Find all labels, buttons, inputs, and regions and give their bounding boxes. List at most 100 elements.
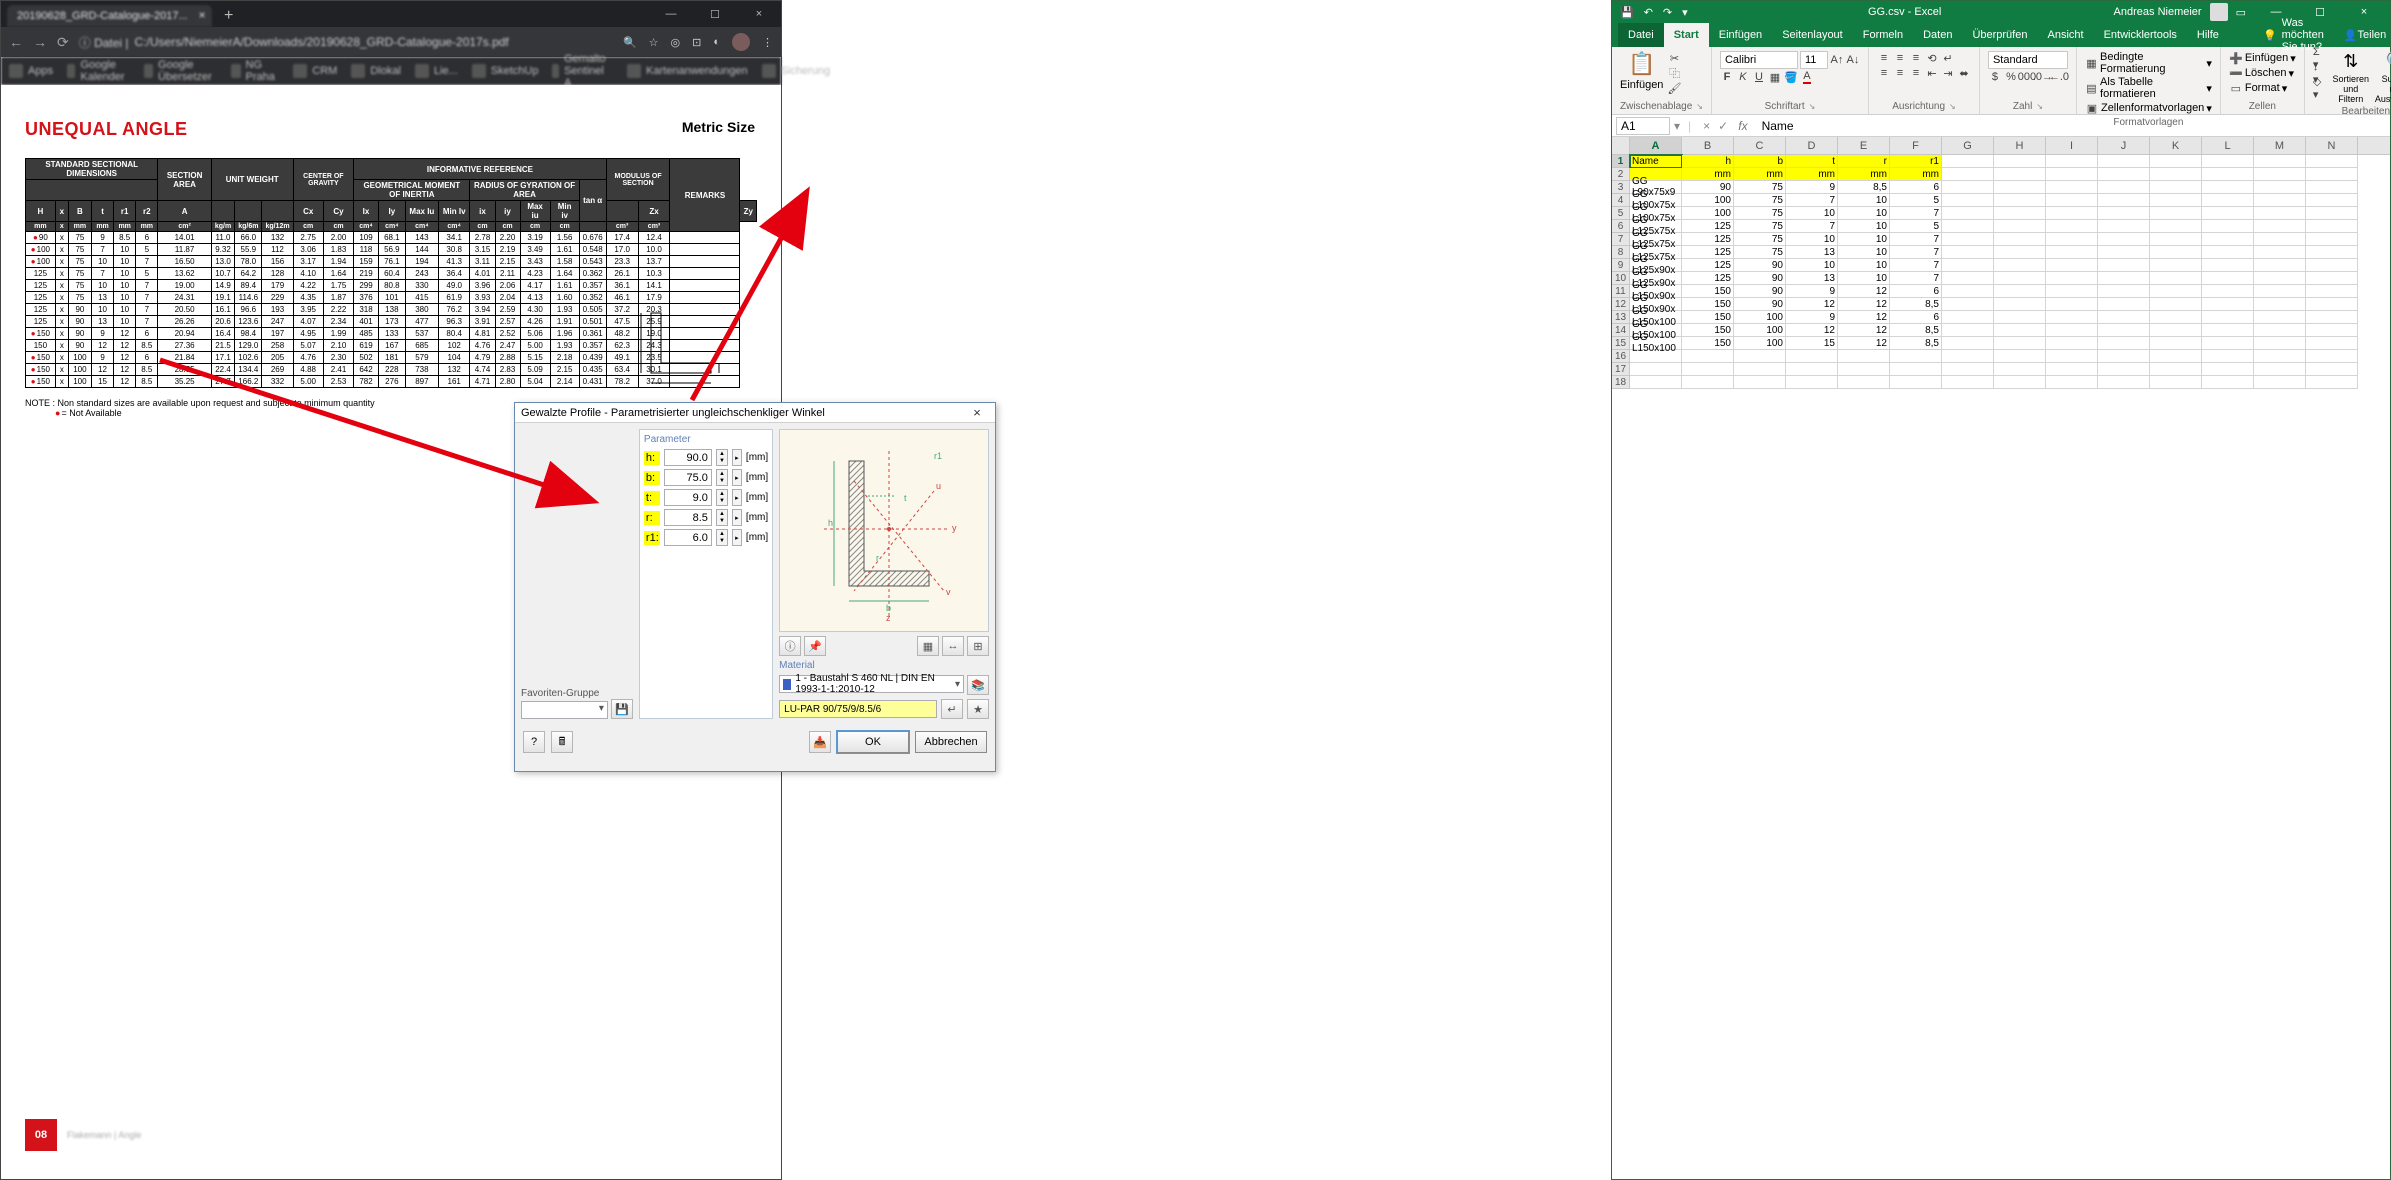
cell[interactable] (1838, 350, 1890, 363)
tab-hilfe[interactable]: Hilfe (2187, 23, 2229, 47)
cell[interactable] (2098, 155, 2150, 168)
row-header[interactable]: 11 (1612, 285, 1630, 298)
shrink-font-icon[interactable]: A↓ (1846, 53, 1860, 67)
cell[interactable] (2254, 233, 2306, 246)
maximize-icon[interactable]: ☐ (693, 1, 737, 27)
cell[interactable]: 100 (1682, 194, 1734, 207)
italic-button[interactable]: K (1736, 70, 1750, 84)
cell[interactable]: 10 (1838, 246, 1890, 259)
format-as-table[interactable]: ▤Als Tabelle formatieren ▾ (2085, 76, 2212, 100)
close-icon[interactable]: × (737, 1, 781, 27)
cell[interactable] (1994, 311, 2046, 324)
cell[interactable] (2254, 194, 2306, 207)
bookmark-item[interactable]: Dlokal (351, 64, 401, 78)
step-icon[interactable]: ▸ (732, 489, 742, 506)
cell[interactable] (2150, 155, 2202, 168)
cell[interactable] (2046, 181, 2098, 194)
cell[interactable] (1994, 298, 2046, 311)
cell[interactable]: 5 (1890, 194, 1942, 207)
zoom-icon[interactable]: 🔍 (623, 36, 637, 49)
cell[interactable] (2202, 246, 2254, 259)
code-favourite-icon[interactable]: ★ (967, 699, 989, 719)
cell[interactable] (1994, 259, 2046, 272)
cell[interactable] (1994, 350, 2046, 363)
cell[interactable]: 10 (1786, 233, 1838, 246)
cell[interactable] (2254, 155, 2306, 168)
cell[interactable] (2046, 285, 2098, 298)
cell[interactable]: 5 (1890, 220, 1942, 233)
cell[interactable] (2306, 337, 2358, 350)
cell[interactable] (2098, 168, 2150, 181)
row-header[interactable]: 10 (1612, 272, 1630, 285)
qat-more-icon[interactable]: ▾ (1682, 6, 1688, 19)
cell[interactable] (2046, 363, 2098, 376)
row-header[interactable]: 16 (1612, 350, 1630, 363)
cell[interactable]: 150 (1682, 298, 1734, 311)
account-avatar[interactable] (2210, 3, 2228, 21)
cell[interactable] (2202, 194, 2254, 207)
param-input[interactable]: 75.0 (664, 469, 712, 486)
cell[interactable]: 125 (1682, 272, 1734, 285)
thousands-icon[interactable]: 000 (2020, 70, 2034, 84)
cell[interactable]: 15 (1786, 337, 1838, 350)
spinner-icon[interactable]: ▲▼ (716, 529, 728, 546)
cell[interactable] (2254, 285, 2306, 298)
cell[interactable]: 12 (1838, 285, 1890, 298)
name-box[interactable]: A1 (1616, 117, 1670, 135)
step-icon[interactable]: ▸ (732, 469, 742, 486)
format-cells[interactable]: ▭Format ▾ (2229, 81, 2287, 95)
ext-icon[interactable]: ⊡ (692, 36, 701, 49)
cell[interactable] (2254, 376, 2306, 389)
underline-button[interactable]: U (1752, 70, 1766, 84)
cell[interactable] (2306, 220, 2358, 233)
bookmark-item[interactable]: Sicherung (762, 64, 831, 78)
cell[interactable] (1994, 168, 2046, 181)
cell[interactable] (2150, 311, 2202, 324)
cell[interactable]: mm (1838, 168, 1890, 181)
row-header[interactable]: 9 (1612, 259, 1630, 272)
cell[interactable] (2046, 233, 2098, 246)
cell[interactable]: r (1838, 155, 1890, 168)
tab-start[interactable]: Start (1664, 23, 1709, 47)
cell[interactable] (1630, 363, 1682, 376)
cell[interactable] (2202, 311, 2254, 324)
column-header[interactable]: M (2254, 137, 2306, 154)
row-header[interactable]: 4 (1612, 194, 1630, 207)
cell[interactable] (2150, 233, 2202, 246)
cell[interactable] (1942, 285, 1994, 298)
cell[interactable] (1942, 363, 1994, 376)
cell[interactable] (2046, 168, 2098, 181)
cell[interactable] (2254, 181, 2306, 194)
cell[interactable] (1994, 220, 2046, 233)
column-header[interactable]: L (2202, 137, 2254, 154)
param-input[interactable]: 8.5 (664, 509, 712, 526)
cell[interactable] (2150, 285, 2202, 298)
cell[interactable] (1890, 363, 1942, 376)
formula-value[interactable]: Name (1754, 119, 2390, 133)
cell[interactable]: 10 (1786, 259, 1838, 272)
cell[interactable] (2046, 376, 2098, 389)
cell[interactable] (2202, 363, 2254, 376)
cell[interactable] (1630, 376, 1682, 389)
cell[interactable] (2150, 168, 2202, 181)
fav-save-icon[interactable]: 💾 (611, 699, 633, 719)
cell[interactable]: 6 (1890, 285, 1942, 298)
cell[interactable]: 100 (1734, 324, 1786, 337)
cell[interactable] (2306, 155, 2358, 168)
cell[interactable]: 100 (1682, 207, 1734, 220)
cell[interactable] (2150, 376, 2202, 389)
cell[interactable] (2254, 246, 2306, 259)
cell[interactable] (2202, 168, 2254, 181)
cell[interactable]: 90 (1734, 298, 1786, 311)
cell[interactable] (2254, 298, 2306, 311)
cell-styles[interactable]: ▣Zellenformatvorlagen ▾ (2085, 101, 2212, 115)
cell[interactable]: 8,5 (1890, 298, 1942, 311)
column-header[interactable]: B (1682, 137, 1734, 154)
cell[interactable] (2306, 324, 2358, 337)
cell[interactable] (2202, 272, 2254, 285)
cell[interactable] (2098, 259, 2150, 272)
row-header[interactable]: 5 (1612, 207, 1630, 220)
row-header[interactable]: 13 (1612, 311, 1630, 324)
cell[interactable] (1942, 376, 1994, 389)
cell[interactable]: 150 (1682, 311, 1734, 324)
